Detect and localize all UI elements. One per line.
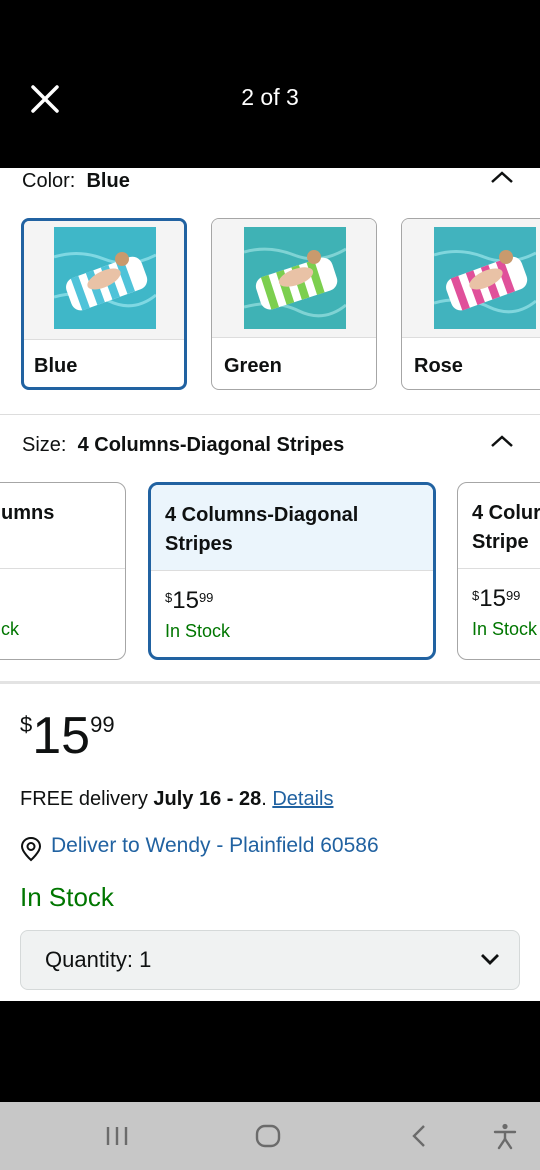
image-counter: 2 of 3 [241, 84, 299, 110]
size-row-label: Size: 4 Columns-Diagonal Stripes [22, 434, 344, 457]
color-option-label: Rose [414, 355, 463, 377]
size-option-stock: ck [1, 619, 19, 639]
size-option-price: $1599 [165, 587, 214, 614]
deliver-to-link[interactable]: Deliver to Wendy - Plainfield 60586 [51, 834, 379, 858]
accessibility-icon[interactable] [492, 1122, 518, 1150]
collapse-size-chevron-icon[interactable] [488, 432, 516, 452]
swatch-image-green [212, 219, 376, 338]
product-options-panel: Color: Blue Blue Green Rose Size: 4 Colu… [0, 168, 540, 1001]
section-divider [0, 681, 540, 684]
home-icon[interactable] [254, 1122, 282, 1150]
color-selected-value: Blue [86, 170, 130, 192]
size-option-stock: In Stock [165, 621, 231, 641]
color-option-blue[interactable]: Blue [21, 218, 187, 390]
size-option-name: umns [0, 483, 125, 569]
size-option-name: 4 Colur Stripe [458, 483, 540, 569]
delivery-info: FREE delivery July 16 - 28. Details [20, 788, 334, 810]
size-option-4-columns-diagonal-stripes[interactable]: 4 Columns-Diagonal Stripes $1599 In Stoc… [148, 482, 436, 660]
viewer-header: 2 of 3 [0, 0, 540, 168]
size-label: Size: [22, 434, 67, 456]
color-row-label: Color: Blue [22, 170, 130, 193]
color-option-green[interactable]: Green [211, 218, 377, 390]
size-selected-value: 4 Columns-Diagonal Stripes [77, 434, 345, 456]
swatch-image-rose [402, 219, 540, 338]
collapse-color-chevron-icon[interactable] [488, 168, 516, 188]
quantity-dropdown[interactable]: Quantity: 1 [20, 930, 520, 990]
size-option-partial-right[interactable]: 4 Colur Stripe $1599 In Stock [457, 482, 540, 660]
recent-apps-icon[interactable] [104, 1122, 130, 1150]
color-option-rose[interactable]: Rose [401, 218, 540, 390]
color-option-label: Green [224, 355, 282, 377]
product-price: $1599 [20, 707, 115, 765]
system-navigation-bar [0, 1102, 540, 1170]
color-label: Color: [22, 170, 76, 192]
pool-float-rose-image [434, 227, 536, 329]
back-icon[interactable] [408, 1122, 430, 1150]
size-option-price: $1599 [472, 585, 521, 612]
stock-status: In Stock [20, 882, 114, 912]
pool-float-blue-image [54, 227, 156, 329]
color-option-label: Blue [34, 355, 78, 377]
size-option-stock: In Stock [472, 619, 538, 639]
size-option-name: 4 Columns-Diagonal Stripes [151, 485, 433, 571]
pool-float-green-image [244, 227, 346, 329]
bottom-black-area [0, 1001, 540, 1102]
section-divider [0, 414, 540, 415]
quantity-text: Quantity: 1 [45, 947, 152, 972]
size-option-partial-left[interactable]: umns ck [0, 482, 126, 660]
chevron-down-icon [481, 954, 499, 965]
swatch-image-blue [24, 221, 184, 340]
location-pin-icon [20, 836, 42, 862]
delivery-details-link[interactable]: Details [272, 788, 333, 810]
